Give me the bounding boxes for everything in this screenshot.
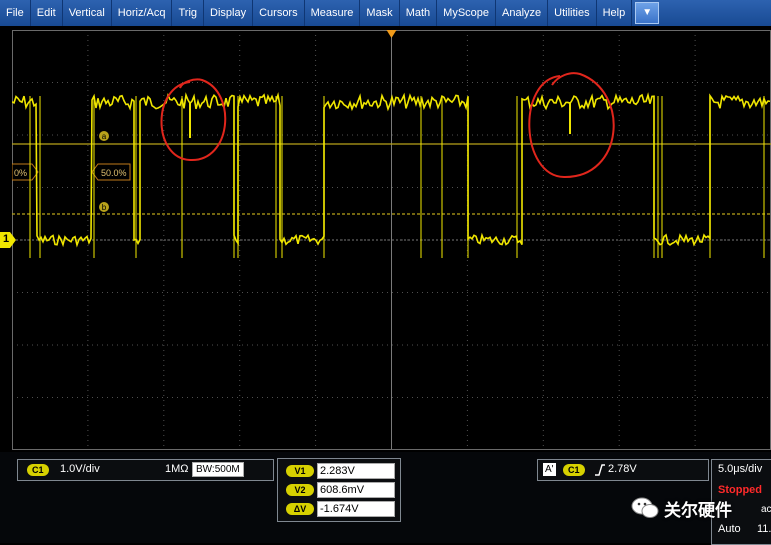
menu-item-myscope[interactable]: MyScope	[437, 0, 497, 26]
measurement-label: V2	[286, 484, 314, 496]
measurement-value: 608.6mV	[317, 482, 395, 498]
menu-item-horiz-acq[interactable]: Horiz/Acq	[112, 0, 173, 26]
chevron-down-icon[interactable]: ▼	[635, 2, 660, 24]
menu-item-measure[interactable]: Measure	[305, 0, 361, 26]
trigger-source-chip: C1	[563, 464, 585, 476]
menu-item-edit[interactable]: Edit	[31, 0, 63, 26]
wechat-icon	[630, 495, 660, 521]
channel-1-marker-label: 1	[3, 233, 10, 245]
channel-impedance: 1MΩ	[165, 463, 189, 475]
trigger-level: 2.78V	[608, 463, 637, 475]
channel-bandwidth: BW:500M	[192, 462, 244, 477]
menu-item-file[interactable]: File	[0, 0, 31, 26]
channel-1-ground-marker[interactable]: 1	[0, 232, 16, 248]
menu-bar: File Edit Vertical Horiz/Acq Trig Display Curs…	[0, 0, 771, 26]
cursor-a-label: a	[102, 132, 107, 141]
measurement-label: V1	[286, 465, 314, 477]
measurement-row: V2 608.6mV	[284, 482, 395, 498]
menu-item-analyze[interactable]: Analyze	[496, 0, 549, 26]
percent-label: 50.0%	[101, 168, 127, 178]
measurement-row: ΔV -1.674V	[284, 501, 395, 517]
watermark: 关尔硬件	[630, 495, 732, 521]
menu-item-math[interactable]: Math	[400, 0, 438, 26]
cursor-b-label: b	[102, 203, 107, 212]
timebase-scale: 5.0μs/div	[718, 463, 763, 475]
channel-readout[interactable]: C1 1.0V/div 1MΩ BW:500M	[17, 459, 274, 481]
menu-item-utilities[interactable]: Utilities	[548, 0, 597, 26]
channel-scale: 1.0V/div	[60, 463, 100, 475]
scope-display[interactable]: a b 0% 50.0%	[12, 30, 771, 450]
measurement-row: V1 2.283V	[284, 463, 395, 479]
measurement-value: 2.283V	[317, 463, 395, 479]
waveform-graticule: a b 0% 50.0%	[12, 30, 771, 450]
menu-item-display[interactable]: Display	[204, 0, 254, 26]
menu-item-cursors[interactable]: Cursors	[253, 0, 305, 26]
left-percent-label: 0%	[14, 168, 27, 178]
cursor-measurements[interactable]: V1 2.283V V2 608.6mV ΔV -1.674V	[277, 458, 401, 522]
trigger-readout[interactable]: A' C1 2.78V	[537, 459, 709, 481]
channel-chip: C1	[27, 464, 49, 476]
acquisition-count-label: acqs	[761, 504, 771, 515]
trigger-position-marker	[386, 30, 397, 38]
rising-edge-icon	[594, 463, 606, 481]
measurement-label: ΔV	[286, 503, 314, 515]
menu-item-trig[interactable]: Trig	[172, 0, 205, 26]
readout-panel: C1 1.0V/div 1MΩ BW:500M V1 2.283V V2 608.6m…	[0, 452, 771, 545]
annotation-circle	[160, 78, 227, 162]
record-info: 11.	[757, 523, 771, 535]
measurement-value: -1.674V	[317, 501, 395, 517]
trigger-mode: Auto	[718, 523, 741, 535]
menu-item-vertical[interactable]: Vertical	[63, 0, 112, 26]
menu-item-help[interactable]: Help	[597, 0, 633, 26]
menu-item-mask[interactable]: Mask	[360, 0, 400, 26]
trigger-a-label: A'	[543, 463, 556, 476]
watermark-text: 关尔硬件	[664, 500, 732, 520]
annotation-circle	[528, 72, 615, 179]
